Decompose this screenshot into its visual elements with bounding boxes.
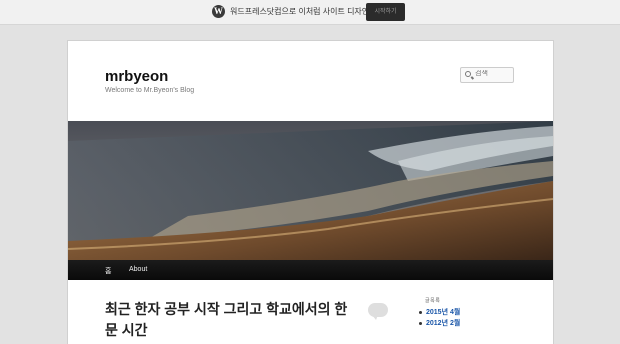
wordpress-promo-bar: W 워드프레스닷컴으로 이처럼 사이트 디자인 시작하기 — [0, 0, 620, 25]
archive-widget-title: 글목록 — [425, 298, 441, 304]
promo-text[interactable]: 워드프레스닷컴으로 이처럼 사이트 디자인 — [230, 5, 369, 18]
site-description: Welcome to Mr.Byeon's Blog — [105, 87, 195, 94]
promo-start-button[interactable]: 시작하기 — [366, 3, 405, 21]
comment-bubble-icon[interactable] — [368, 303, 388, 320]
search-form[interactable] — [460, 67, 514, 83]
archive-item[interactable]: 2015년 4월 — [418, 307, 460, 318]
search-input[interactable] — [475, 70, 509, 77]
header-image[interactable] — [68, 121, 553, 260]
main-navigation: 홈 About — [68, 260, 553, 280]
post-title[interactable]: 최근 한자 공부 시작 그리고 학교에서의 한문 시간 — [105, 299, 360, 341]
nav-about-link[interactable]: About — [129, 266, 147, 273]
blog-page: mrbyeon Welcome to Mr.Byeon's Blog 검색 홈 … — [67, 40, 554, 344]
search-icon — [465, 71, 471, 77]
nav-home-link[interactable]: 홈 — [105, 266, 111, 276]
archive-list: 2015년 4월 2012년 2월 — [418, 307, 460, 329]
archive-item[interactable]: 2012년 2월 — [418, 318, 460, 329]
wordpress-logo-icon[interactable]: W — [212, 5, 225, 18]
site-title[interactable]: mrbyeon — [105, 68, 168, 85]
